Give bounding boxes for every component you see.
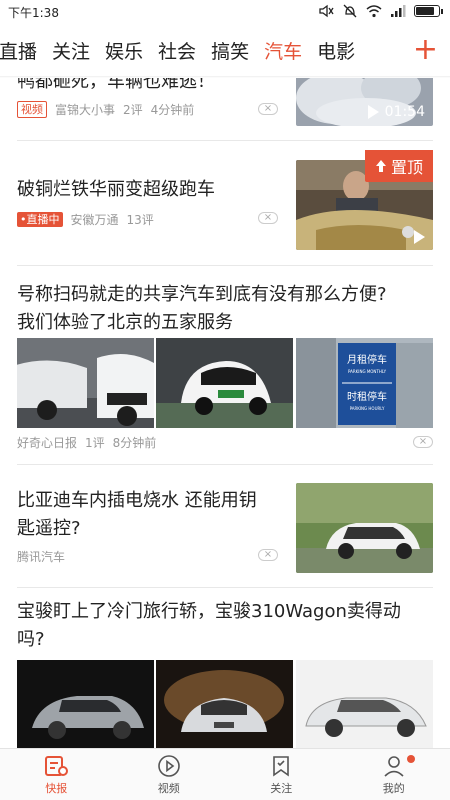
wifi-icon [366,5,382,18]
baojun-car-image-2 [156,660,293,748]
pin-top-button[interactable]: 置顶 [364,150,433,182]
byd-suv-image [296,483,433,573]
user-icon [384,755,404,777]
news-image-3[interactable] [296,660,433,748]
news-title: 鸭都砸死，车辆也难逃！ [17,78,215,92]
divider [17,265,433,266]
play-circle-icon [157,754,180,777]
parked-cars-image [17,338,154,428]
news-image-1[interactable] [17,338,154,428]
play-icon [367,105,379,119]
news-title-line1: 宝骏盯上了冷门旅行轿，宝骏310Wagon卖得动 [17,601,401,622]
news-comments: 1评 [85,435,105,450]
baojun-car-image-1 [17,660,154,748]
news-feed[interactable]: 鸭都砸死，车辆也难逃！ 视频 富锦大小事 2评 4分钟前 01:54 破铜烂铁华… [0,78,450,748]
status-bar: 下午1:38 [0,0,450,24]
status-time: 下午1:38 [8,6,59,20]
sign-text-hourly-en: PARKING HOURLY [350,406,385,411]
video-badge: 视频 [17,100,47,118]
nav-me[interactable]: 我的 [338,749,450,800]
signal-icon [391,5,406,17]
news-source: 富锦大小事 [55,102,116,117]
news-meta-row: 好奇心日报 1评 8分钟前 [17,433,433,453]
divider [17,464,433,465]
mute-icon [319,4,334,18]
news-comments: 13评 [126,212,154,227]
bottom-nav: 快报 视频 关注 我的 [0,748,450,800]
arrow-up-icon [375,160,386,172]
tab-follow[interactable]: 关注 [52,37,90,64]
news-time: 8分钟前 [112,435,157,450]
news-title-line1: 号称扫码就走的共享汽车到底有没有那么方便? [17,284,387,305]
news-item[interactable]: 宝骏盯上了冷门旅行轿，宝骏310Wagon卖得动 吗? [17,598,433,658]
no-alarm-icon [343,4,357,18]
tab-entertainment[interactable]: 娱乐 [105,37,143,64]
news-source: 好奇心日报 [17,435,78,450]
nav-news-label: 快报 [45,781,68,795]
news-comments: 2评 [123,102,143,117]
nav-news[interactable]: 快报 [0,749,113,800]
play-icon [414,230,425,244]
dismiss-button[interactable] [258,212,278,224]
parking-sign-image: 月租停车 PARKING MONTHLY 时租停车 PARKING HOURLY [296,338,433,428]
nav-video-label: 视频 [157,781,180,795]
sign-text-hourly: 时租停车 [347,390,387,403]
news-time: 4分钟前 [150,102,195,117]
news-thumbnail[interactable] [296,483,433,573]
sign-text-monthly: 月租停车 [347,353,387,366]
dismiss-button[interactable] [258,103,278,115]
dismiss-button[interactable] [413,436,433,448]
nav-video[interactable]: 视频 [113,749,226,800]
category-tabs: 直播 关注 娱乐 社会 搞笑 汽车 电影 + [0,24,450,76]
news-title-line2: 我们体验了北京的五家服务 [17,312,233,333]
tab-car[interactable]: 汽车 [264,37,302,64]
news-image-2[interactable] [156,660,293,748]
tab-society[interactable]: 社会 [158,37,196,64]
news-image-1[interactable] [17,660,154,748]
news-title-line2: 匙遥控? [17,518,81,539]
play-indicator [414,230,425,244]
tab-funny[interactable]: 搞笑 [211,37,249,64]
nav-me-label: 我的 [382,781,405,795]
sign-text-monthly-en: PARKING MONTHLY [348,369,387,374]
news-title-line1: 比亚迪车内插电烧水 还能用钥 [17,490,257,511]
nav-follow-label: 关注 [270,781,293,795]
status-icons [318,4,443,18]
tab-live[interactable]: 直播 [0,37,37,64]
video-thumbnail[interactable]: 01:54 [296,78,433,126]
tab-movie[interactable]: 电影 [317,37,355,64]
baojun-car-image-3 [296,660,433,748]
video-duration: 01:54 [367,104,425,120]
news-image-2[interactable] [156,338,293,428]
news-source: 安徽万通 [70,212,119,227]
news-meta: 好奇心日报 1评 8分钟前 [17,433,433,451]
add-channel-button[interactable]: + [413,32,438,68]
divider [17,587,433,588]
news-image-3[interactable]: 月租停车 PARKING MONTHLY 时租停车 PARKING HOURLY [296,338,433,428]
nav-follow[interactable]: 关注 [225,749,338,800]
battery-icon [414,5,443,17]
notification-dot [407,755,416,763]
bookmark-icon [273,755,290,777]
news-icon [45,755,69,776]
news-source: 腾讯汽车 [17,549,66,564]
news-title-line2: 吗? [17,629,45,650]
smart-car-image [156,338,293,428]
dismiss-button[interactable] [258,549,278,561]
live-badge: •直播中 [17,211,63,227]
divider [17,140,433,141]
